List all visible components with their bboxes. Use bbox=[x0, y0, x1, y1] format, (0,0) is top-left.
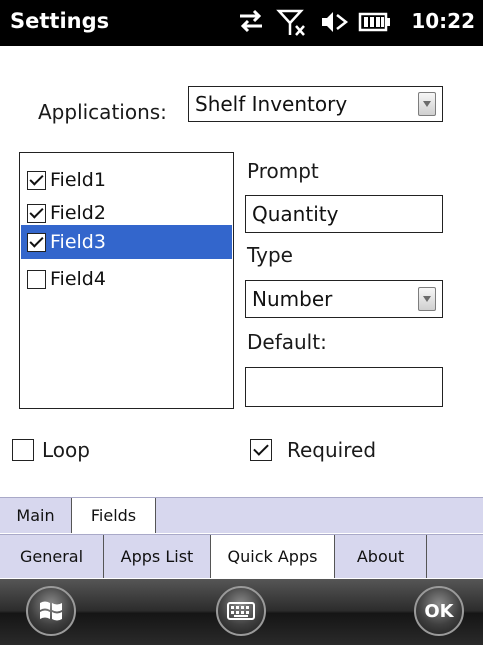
type-label: Type bbox=[247, 243, 293, 267]
tab-quick-apps[interactable]: Quick Apps bbox=[211, 535, 335, 578]
keyboard-icon bbox=[227, 602, 255, 620]
tab-about[interactable]: About bbox=[335, 535, 427, 578]
chevron-down-icon[interactable] bbox=[418, 287, 436, 311]
type-dropdown[interactable]: Number bbox=[245, 280, 443, 318]
applications-dropdown[interactable]: Shelf Inventory bbox=[188, 86, 443, 122]
clock: 10:22 bbox=[411, 9, 475, 33]
windows-start-button[interactable] bbox=[26, 586, 76, 636]
volume-muted-icon bbox=[318, 6, 350, 45]
chevron-down-icon[interactable] bbox=[418, 92, 436, 116]
list-item-field4[interactable]: Field4 bbox=[21, 262, 232, 296]
required-checkbox[interactable] bbox=[250, 439, 272, 461]
list-item-label: Field2 bbox=[50, 202, 106, 224]
soft-key-bar: OK bbox=[0, 579, 483, 645]
list-item-label: Field4 bbox=[50, 268, 106, 290]
loop-label: Loop bbox=[42, 438, 90, 462]
ok-label: OK bbox=[424, 600, 454, 622]
tab-apps-list[interactable]: Apps List bbox=[104, 535, 211, 578]
prompt-label: Prompt bbox=[247, 159, 319, 183]
prompt-input[interactable]: Quantity bbox=[245, 195, 443, 233]
tab-general[interactable]: General bbox=[0, 535, 104, 578]
main-tab-bar: Main Fields bbox=[0, 497, 483, 533]
applications-dropdown-value: Shelf Inventory bbox=[195, 92, 348, 116]
tab-label: About bbox=[356, 547, 405, 566]
required-label: Required bbox=[287, 438, 377, 462]
tab-label: Quick Apps bbox=[227, 547, 318, 566]
tab-label: Main bbox=[16, 506, 55, 525]
default-label: Default: bbox=[247, 330, 327, 354]
field3-checkbox[interactable] bbox=[27, 232, 46, 252]
ok-button[interactable]: OK bbox=[414, 586, 464, 636]
windows-start-icon bbox=[40, 601, 62, 621]
tab-fields[interactable]: Fields bbox=[72, 498, 156, 533]
field4-checkbox[interactable] bbox=[27, 269, 46, 289]
list-item-label: Field1 bbox=[50, 169, 106, 191]
type-dropdown-value: Number bbox=[252, 287, 333, 311]
no-signal-icon bbox=[276, 6, 308, 45]
app-title: Settings bbox=[10, 9, 110, 33]
field1-checkbox[interactable] bbox=[27, 170, 46, 190]
loop-checkbox[interactable] bbox=[12, 439, 34, 461]
applications-label: Applications: bbox=[38, 100, 167, 124]
field-list[interactable]: Field1 Field2 Field3 Field4 bbox=[19, 152, 234, 409]
sync-arrows-icon bbox=[236, 6, 266, 43]
default-input[interactable] bbox=[245, 367, 443, 407]
status-bar: Settings 10:22 bbox=[0, 0, 483, 46]
settings-tab-bar: General Apps List Quick Apps About bbox=[0, 534, 483, 578]
list-item-label: Field3 bbox=[50, 231, 106, 253]
battery-icon bbox=[356, 6, 392, 45]
tab-main[interactable]: Main bbox=[0, 498, 72, 533]
prompt-input-value: Quantity bbox=[252, 202, 339, 226]
tab-label: Fields bbox=[90, 506, 137, 525]
field2-checkbox[interactable] bbox=[27, 203, 46, 223]
tab-label: General bbox=[19, 547, 84, 566]
list-item-field3[interactable]: Field3 bbox=[21, 225, 232, 259]
tab-label: Apps List bbox=[120, 547, 194, 566]
keyboard-button[interactable] bbox=[216, 586, 266, 636]
list-item-field1[interactable]: Field1 bbox=[21, 163, 232, 197]
